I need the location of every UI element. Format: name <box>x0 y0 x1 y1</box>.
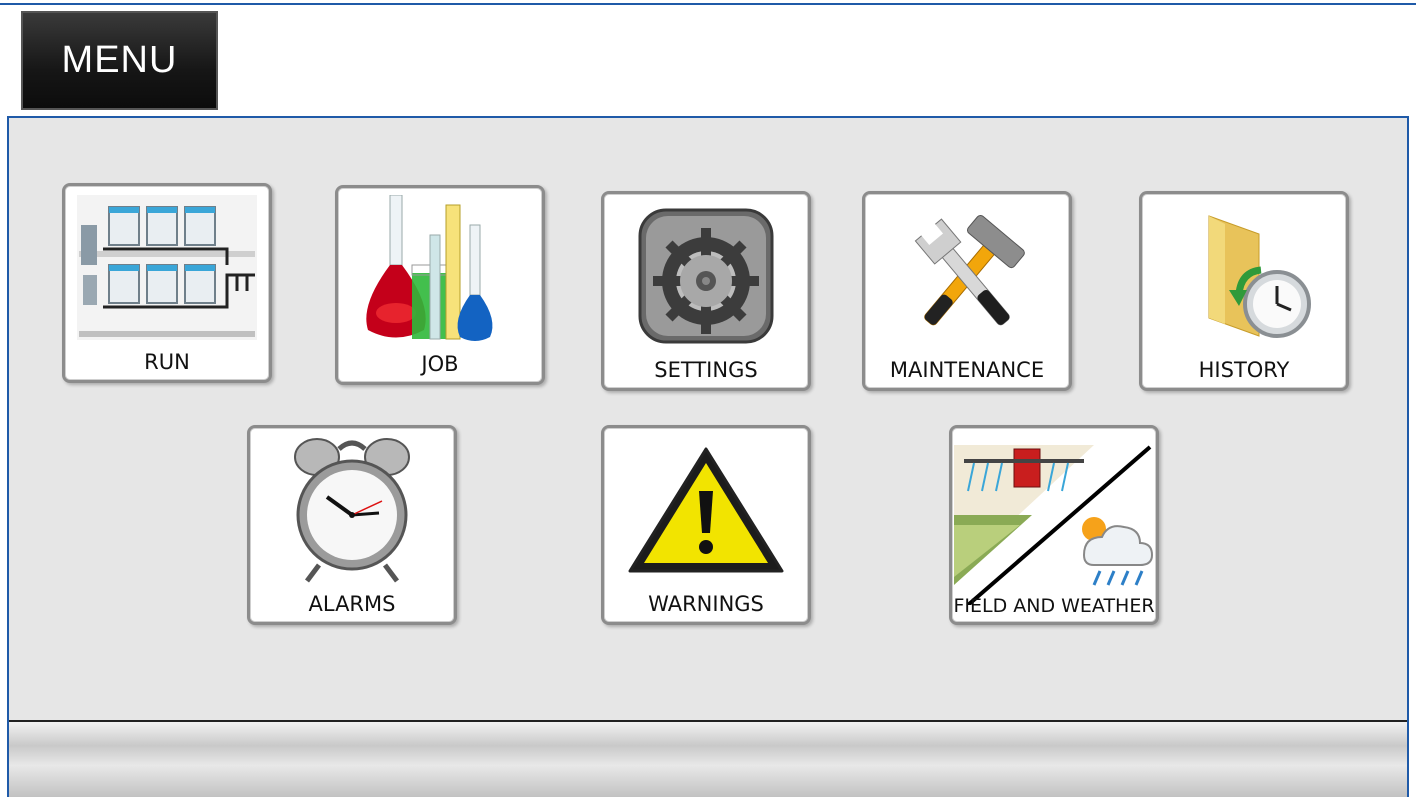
field-weather-tile[interactable]: FIELD AND WEATHER <box>949 425 1159 625</box>
history-tile[interactable]: HISTORY <box>1139 191 1349 391</box>
history-label: HISTORY <box>1198 358 1290 382</box>
alarms-label: ALARMS <box>308 592 396 616</box>
alarm-clock-icon <box>250 428 454 591</box>
warnings-label: WARNINGS <box>648 592 764 616</box>
warning-icon <box>604 428 808 591</box>
job-label: JOB <box>421 352 459 376</box>
gear-icon <box>604 194 808 357</box>
settings-tile[interactable]: SETTINGS <box>601 191 811 391</box>
run-label: RUN <box>144 350 190 374</box>
settings-label: SETTINGS <box>654 358 758 382</box>
menu-button[interactable]: MENU <box>21 11 218 110</box>
lab-flasks-icon <box>338 188 542 351</box>
top-rule <box>0 3 1416 5</box>
menu-panel: RUN JOB SETTINGS MAINTENANCE HISTORY ALA… <box>7 116 1409 797</box>
field-weather-label: FIELD AND WEATHER <box>953 595 1155 617</box>
job-tile[interactable]: JOB <box>335 185 545 385</box>
hammer-wrench-icon <box>865 194 1069 357</box>
maintenance-label: MAINTENANCE <box>889 358 1045 382</box>
field-weather-icon <box>952 428 1156 622</box>
run-tile[interactable]: RUN <box>62 183 272 383</box>
warnings-tile[interactable]: WARNINGS <box>601 425 811 625</box>
tank-system-icon <box>65 186 269 349</box>
menu-label: MENU <box>61 39 178 81</box>
folder-clock-icon <box>1142 194 1346 357</box>
maintenance-tile[interactable]: MAINTENANCE <box>862 191 1072 391</box>
footer-bar <box>9 720 1407 797</box>
alarms-tile[interactable]: ALARMS <box>247 425 457 625</box>
